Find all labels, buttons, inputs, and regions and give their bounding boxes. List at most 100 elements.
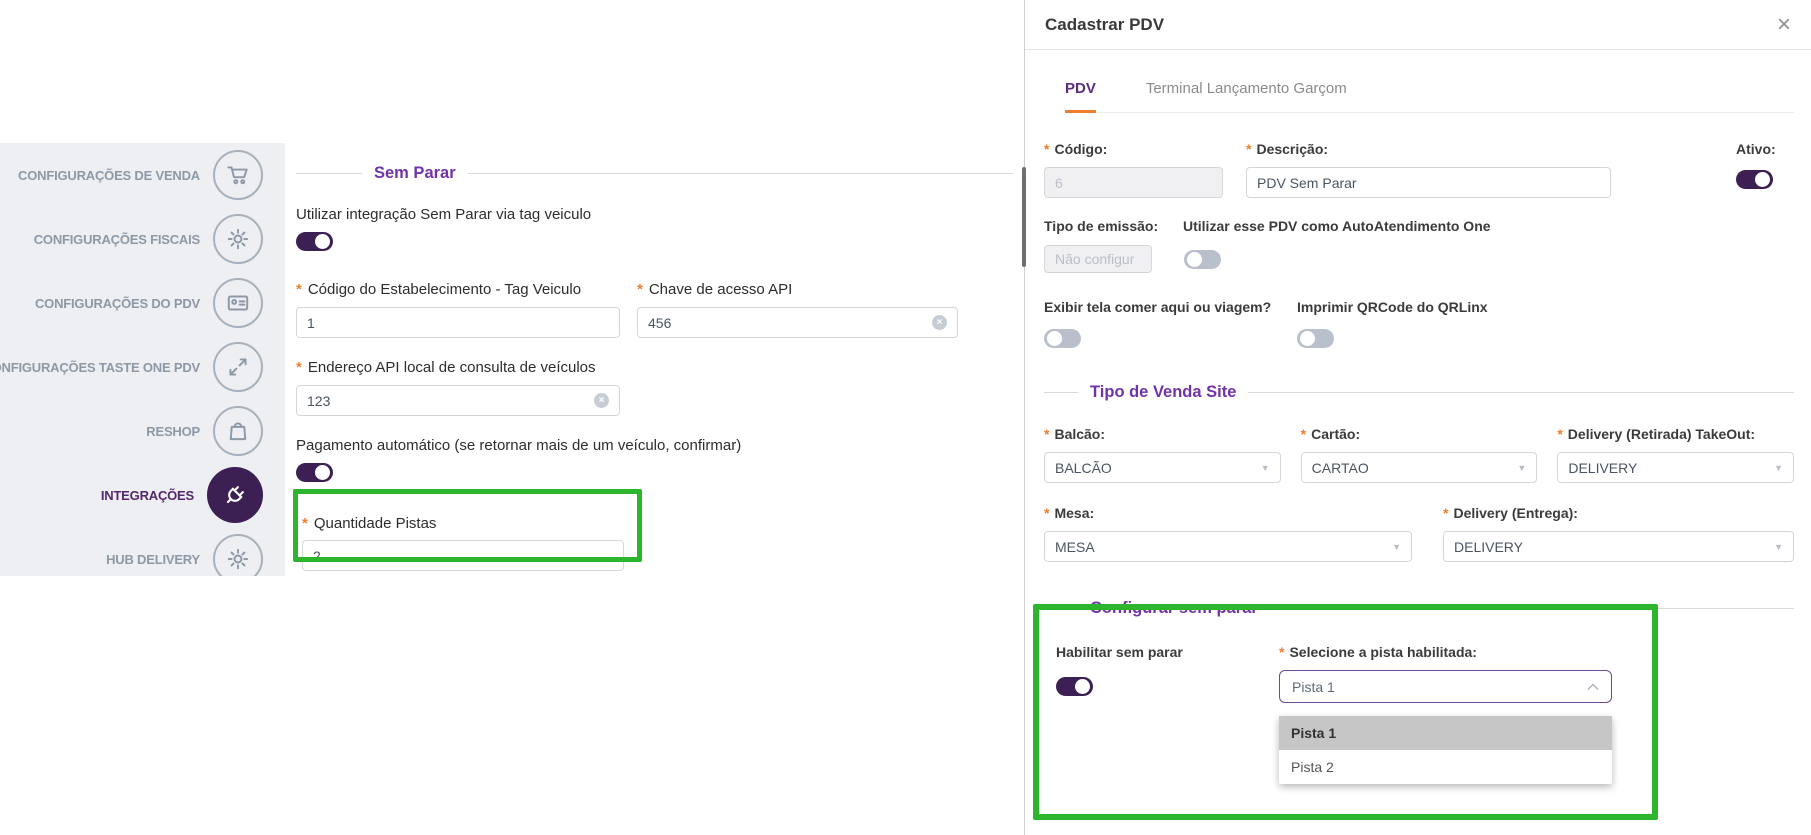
- mesa-select[interactable]: MESA ▼: [1044, 531, 1412, 562]
- required-asterisk: *: [1044, 141, 1049, 157]
- delivery-takeout-label: *Delivery (Retirada) TakeOut:: [1557, 426, 1794, 442]
- sidebar-item-configuracoes-de-venda[interactable]: CONFIGURAÇÕES DE VENDA: [0, 143, 285, 207]
- required-asterisk: *: [296, 359, 302, 376]
- section-title: Tipo de Venda Site: [1090, 383, 1236, 402]
- habilitar-sem-parar-toggle[interactable]: [1056, 677, 1093, 696]
- required-asterisk: *: [1301, 426, 1306, 442]
- divider: [468, 173, 1013, 174]
- habilitar-sem-parar-label: Habilitar sem parar: [1056, 644, 1279, 660]
- autoatendimento-label: Utilizar esse PDV como AutoAtendimento O…: [1183, 218, 1491, 234]
- quantidade-pistas-field: [302, 540, 624, 571]
- tag-veiculo-toggle-label: Utilizar integração Sem Parar via tag ve…: [296, 206, 1013, 223]
- divider: [1044, 392, 1078, 393]
- pista-dropdown-list: Pista 1 Pista 2: [1279, 716, 1612, 784]
- endereco-api-field: ×: [296, 385, 620, 416]
- sidebar-item-configuracoes-do-pdv[interactable]: CONFIGURAÇÕES DO PDV: [0, 271, 285, 335]
- caret-down-icon: ▼: [1392, 542, 1401, 552]
- endereco-api-label: *Endereço API local de consulta de veícu…: [296, 359, 620, 376]
- codigo-estabelecimento-input[interactable]: [307, 315, 609, 331]
- pista-option-1[interactable]: Pista 1: [1279, 716, 1612, 750]
- pista-select[interactable]: Pista 1: [1279, 670, 1612, 703]
- screen: CONFIGURAÇÕES DE VENDA CONFIGURAÇÕES FIS…: [0, 0, 1811, 835]
- delivery-entrega-select[interactable]: DELIVERY ▼: [1443, 531, 1794, 562]
- descricao-field: [1246, 167, 1611, 198]
- divider: [296, 173, 362, 174]
- plug-icon: [207, 467, 263, 523]
- pagamento-automatico-label: Pagamento automático (se retornar mais d…: [296, 437, 1013, 454]
- id-card-icon: [213, 278, 263, 328]
- required-asterisk: *: [1044, 426, 1049, 442]
- sidebar-item-configuracoes-fiscais[interactable]: CONFIGURAÇÕES FISCAIS: [0, 207, 285, 271]
- required-asterisk: *: [302, 515, 308, 532]
- gear-icon: [213, 214, 263, 264]
- caret-down-icon: ▼: [1774, 542, 1783, 552]
- caret-down-icon: ▼: [1517, 463, 1526, 473]
- ativo-toggle[interactable]: [1736, 170, 1773, 189]
- comer-aqui-toggle[interactable]: [1044, 329, 1081, 348]
- codigo-estabelecimento-label: *Código do Estabelecimento - Tag Veiculo: [296, 281, 620, 298]
- cartao-value: CARTAO: [1312, 460, 1369, 476]
- sidebar-item-reshop[interactable]: RESHOP: [0, 399, 285, 463]
- pista-label: *Selecione a pista habilitada:: [1279, 644, 1612, 660]
- quantidade-pistas-input[interactable]: [313, 548, 613, 564]
- clear-icon[interactable]: ×: [932, 315, 947, 330]
- qrcode-toggle[interactable]: [1297, 329, 1334, 348]
- bag-icon: [213, 406, 263, 456]
- qrcode-label: Imprimir QRCode do QRLinx: [1297, 299, 1488, 315]
- mesa-value: MESA: [1055, 539, 1095, 555]
- codigo-input: [1055, 175, 1212, 191]
- cartao-select[interactable]: CARTAO ▼: [1301, 452, 1538, 483]
- tab-terminal-lancamento-garcom[interactable]: Terminal Lançamento Garçom: [1146, 80, 1347, 112]
- balcao-label: *Balcão:: [1044, 426, 1281, 442]
- tipo-venda-site-header: Tipo de Venda Site: [1044, 383, 1794, 402]
- tipo-emissao-label: Tipo de emissão:: [1044, 218, 1183, 234]
- drawer-scrollbar[interactable]: [1022, 167, 1026, 267]
- configurar-sem-parar-header: Configurar sem parar: [1044, 599, 1794, 618]
- sidebar-item-label: CONFIGURAÇÕES FISCAIS: [34, 232, 200, 247]
- chevron-up-icon: [1587, 683, 1599, 691]
- autoatendimento-toggle[interactable]: [1184, 250, 1221, 269]
- tipo-emissao-select: Não configur: [1044, 245, 1152, 273]
- descricao-input[interactable]: [1257, 175, 1600, 191]
- delivery-takeout-select[interactable]: DELIVERY ▼: [1557, 452, 1794, 483]
- close-icon[interactable]: ×: [1777, 13, 1791, 37]
- chave-api-input[interactable]: [648, 315, 932, 331]
- pagamento-automatico-toggle[interactable]: [296, 463, 333, 482]
- clear-icon[interactable]: ×: [594, 393, 609, 408]
- balcao-select[interactable]: BALCÃO ▼: [1044, 452, 1281, 483]
- quantidade-pistas-label: *Quantidade Pistas: [302, 515, 624, 532]
- sidebar-item-label: CONFIGURAÇÕES DE VENDA: [18, 168, 200, 183]
- gear-icon: [213, 534, 263, 576]
- codigo-field: [1044, 167, 1223, 198]
- cart-icon: [213, 150, 263, 200]
- sidebar-item-integracoes[interactable]: INTEGRAÇÕES: [0, 463, 285, 527]
- tab-pdv[interactable]: PDV: [1065, 80, 1096, 113]
- sidebar-item-configuracoes-taste-one-pdv[interactable]: CONFIGURAÇÕES TASTE ONE PDV: [0, 335, 285, 399]
- comer-aqui-label: Exibir tela comer aqui ou viagem?: [1044, 299, 1297, 315]
- caret-down-icon: ▼: [1774, 463, 1783, 473]
- sidebar-item-label: INTEGRAÇÕES: [101, 488, 194, 503]
- required-asterisk: *: [1557, 426, 1562, 442]
- chave-api-field: ×: [637, 307, 958, 338]
- required-asterisk: *: [1279, 644, 1284, 660]
- sidebar-item-label: HUB DELIVERY: [106, 552, 200, 567]
- expand-icon: [213, 342, 263, 392]
- ativo-label: Ativo:: [1736, 141, 1794, 157]
- sidebar-item-hub-delivery[interactable]: HUB DELIVERY: [0, 527, 285, 576]
- sem-parar-settings: Sem Parar Utilizar integração Sem Parar …: [285, 140, 1013, 571]
- chave-api-label: *Chave de acesso API: [637, 281, 958, 298]
- pista-option-2[interactable]: Pista 2: [1279, 750, 1612, 784]
- required-asterisk: *: [1246, 141, 1251, 157]
- divider: [1248, 392, 1794, 393]
- endereco-api-input[interactable]: [307, 393, 594, 409]
- divider: [1270, 608, 1794, 609]
- sem-parar-section-header: Sem Parar: [296, 164, 1013, 183]
- drawer-header: Cadastrar PDV ×: [1025, 0, 1811, 50]
- delivery-entrega-value: DELIVERY: [1454, 539, 1523, 555]
- delivery-takeout-value: DELIVERY: [1568, 460, 1637, 476]
- divider: [1044, 608, 1078, 609]
- mesa-label: *Mesa:: [1044, 505, 1412, 521]
- drawer-title: Cadastrar PDV: [1045, 15, 1164, 35]
- tag-veiculo-toggle[interactable]: [296, 232, 333, 251]
- cartao-label: *Cartão:: [1301, 426, 1538, 442]
